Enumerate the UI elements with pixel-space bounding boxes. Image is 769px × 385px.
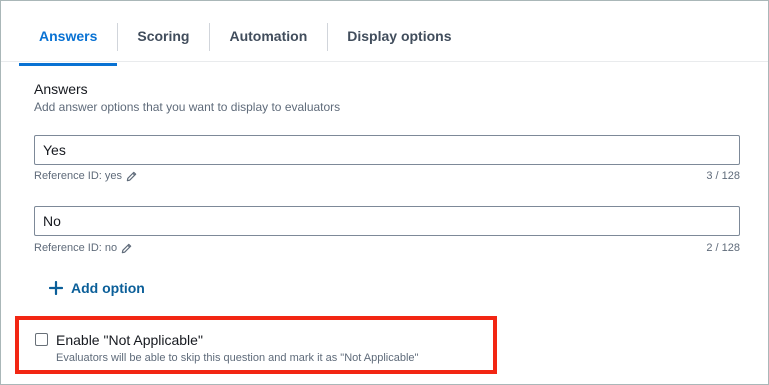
- not-applicable-checkbox[interactable]: [35, 333, 48, 346]
- answer-option-input[interactable]: [34, 206, 740, 236]
- tab-display-options[interactable]: Display options: [327, 16, 471, 56]
- character-count: 3 / 128: [706, 170, 740, 182]
- add-option-button[interactable]: Add option: [49, 280, 145, 296]
- not-applicable-description: Evaluators will be able to skip this que…: [56, 352, 419, 364]
- pencil-icon[interactable]: [121, 243, 132, 254]
- answer-option-meta: Reference ID: no 2 / 128: [34, 242, 740, 254]
- plus-icon: [49, 281, 63, 295]
- reference-id-label: Reference ID: no: [34, 242, 118, 254]
- answers-section-description: Add answer options that you want to disp…: [34, 100, 341, 114]
- question-editor-panel: Answers Scoring Automation Display optio…: [0, 0, 769, 385]
- answer-option-input[interactable]: [34, 135, 740, 165]
- answer-option-meta: Reference ID: yes 3 / 128: [34, 170, 740, 182]
- answers-section-title: Answers: [34, 81, 88, 97]
- reference-id-label: Reference ID: yes: [34, 170, 123, 182]
- tabs-divider: [1, 61, 768, 62]
- tab-scoring[interactable]: Scoring: [117, 16, 209, 56]
- not-applicable-label[interactable]: Enable "Not Applicable": [56, 332, 203, 348]
- tab-bar: Answers Scoring Automation Display optio…: [19, 11, 471, 66]
- tab-automation[interactable]: Automation: [209, 16, 327, 56]
- character-count: 2 / 128: [706, 242, 740, 254]
- pencil-icon[interactable]: [126, 171, 137, 182]
- tab-answers[interactable]: Answers: [19, 16, 118, 66]
- add-option-label: Add option: [71, 280, 145, 296]
